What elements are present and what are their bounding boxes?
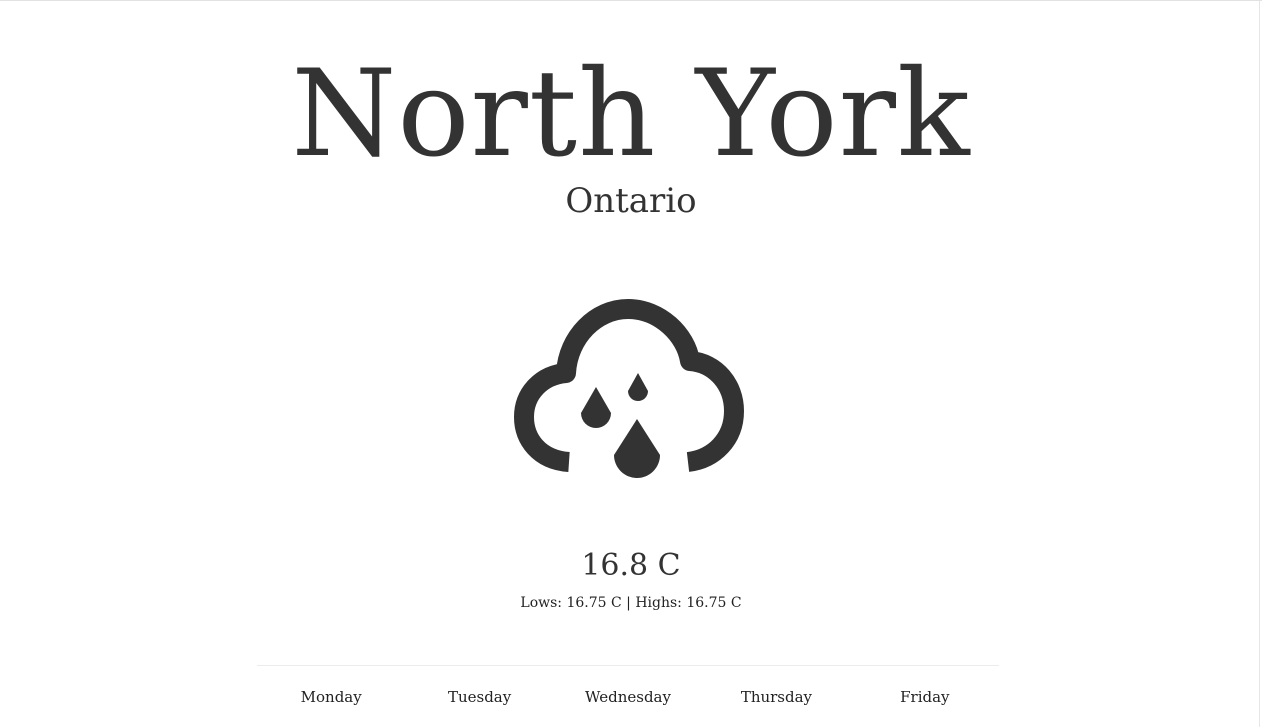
forecast-days: Monday Tuesday Wednesday Thursday Friday [257, 685, 999, 709]
day-tab-friday[interactable]: Friday [851, 685, 999, 709]
forecast-divider [257, 665, 999, 666]
city-name: North York [291, 45, 971, 184]
raindrop-small [628, 373, 648, 401]
day-tab-wednesday[interactable]: Wednesday [554, 685, 702, 709]
day-tab-monday[interactable]: Monday [257, 685, 405, 709]
rain-cloud-icon [514, 299, 744, 478]
current-temperature: 16.8 C [581, 548, 681, 583]
raindrop-medium [581, 387, 611, 428]
weather-page: North York Ontario 16.8 C Lows: 16.75 C … [0, 0, 1262, 727]
temperature-range: Lows: 16.75 C | Highs: 16.75 C [520, 595, 742, 611]
day-tab-thursday[interactable]: Thursday [702, 685, 850, 709]
region-name: Ontario [565, 181, 697, 221]
day-tab-tuesday[interactable]: Tuesday [405, 685, 553, 709]
raindrop-large [614, 419, 660, 478]
